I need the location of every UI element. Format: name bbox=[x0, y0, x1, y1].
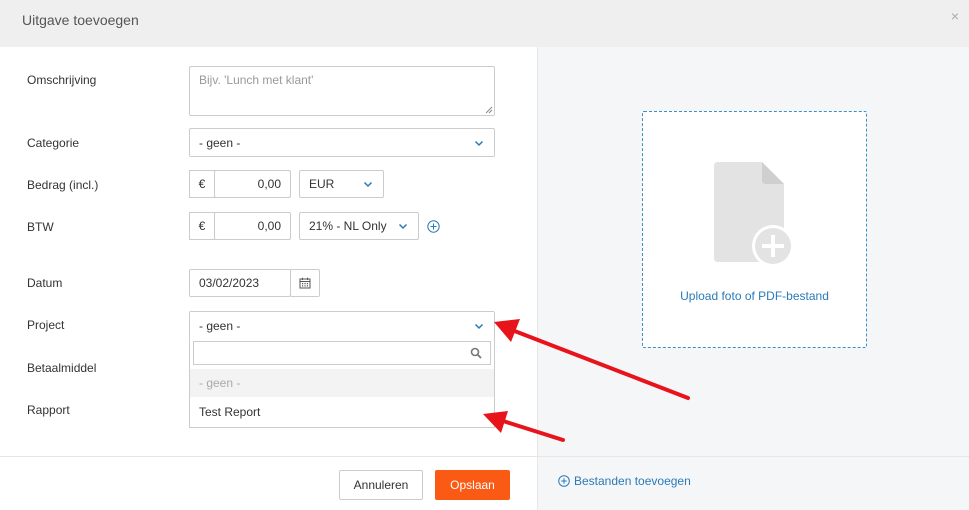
project-value: - geen - bbox=[199, 318, 241, 333]
date-input[interactable]: 03/02/2023 bbox=[189, 269, 291, 297]
dropdown-option-none[interactable]: - geen - bbox=[190, 369, 494, 397]
payment-method-label: Betaalmiddel bbox=[27, 361, 97, 375]
amount-currency-prefix: € bbox=[189, 170, 215, 198]
upload-dropzone[interactable]: Upload foto of PDF-bestand bbox=[642, 111, 867, 348]
chevron-down-icon bbox=[472, 136, 486, 150]
dropdown-search-input[interactable] bbox=[193, 341, 491, 365]
date-value: 03/02/2023 bbox=[199, 276, 260, 290]
plus-circle-icon bbox=[558, 475, 570, 487]
close-icon[interactable]: × bbox=[951, 9, 959, 23]
amount-label: Bedrag (incl.) bbox=[27, 178, 99, 192]
file-add-icon bbox=[714, 162, 794, 267]
report-label: Rapport bbox=[27, 403, 70, 417]
chevron-down-icon bbox=[361, 177, 375, 191]
vat-input[interactable]: 0,00 bbox=[214, 212, 291, 240]
dropdown-option-test-report[interactable]: Test Report bbox=[190, 398, 494, 426]
footer-divider bbox=[0, 456, 969, 457]
amount-value: 0,00 bbox=[257, 177, 281, 191]
vat-label: BTW bbox=[27, 220, 54, 234]
category-label: Categorie bbox=[27, 136, 80, 150]
save-button[interactable]: Opslaan bbox=[435, 470, 510, 500]
chevron-down-icon bbox=[396, 219, 410, 233]
description-label: Omschrijving bbox=[27, 73, 97, 87]
upload-label: Upload foto of PDF-bestand bbox=[680, 289, 829, 303]
currency-select[interactable]: EUR bbox=[299, 170, 384, 198]
vat-value: 0,00 bbox=[257, 219, 281, 233]
resize-grip-icon[interactable] bbox=[485, 106, 493, 114]
description-placeholder: Bijv. 'Lunch met klant' bbox=[199, 73, 314, 87]
add-files-label: Bestanden toevoegen bbox=[574, 474, 691, 488]
dialog-title: Uitgave toevoegen bbox=[22, 12, 139, 28]
chevron-down-icon bbox=[472, 319, 486, 333]
dialog-header: Uitgave toevoegen × bbox=[0, 0, 969, 47]
description-textarea[interactable]: Bijv. 'Lunch met klant' bbox=[189, 66, 495, 116]
add-files-link[interactable]: Bestanden toevoegen bbox=[558, 474, 691, 488]
date-label: Datum bbox=[27, 276, 63, 290]
search-icon bbox=[470, 347, 482, 359]
project-label: Project bbox=[27, 318, 65, 332]
vat-currency-prefix: € bbox=[189, 212, 215, 240]
cancel-button[interactable]: Annuleren bbox=[339, 470, 423, 500]
calendar-icon bbox=[299, 277, 311, 289]
currency-value: EUR bbox=[309, 177, 335, 191]
category-value: - geen - bbox=[199, 135, 241, 150]
add-vat-rate-icon[interactable] bbox=[427, 220, 440, 233]
category-select[interactable]: - geen - bbox=[189, 128, 495, 157]
project-select[interactable]: - geen - bbox=[189, 311, 495, 340]
vat-rate-select[interactable]: 21% - NL Only bbox=[299, 212, 419, 240]
project-dropdown: - geen - Test Report bbox=[189, 339, 495, 428]
calendar-button[interactable] bbox=[290, 269, 320, 297]
vat-rate-value: 21% - NL Only bbox=[309, 219, 387, 233]
amount-input[interactable]: 0,00 bbox=[214, 170, 291, 198]
